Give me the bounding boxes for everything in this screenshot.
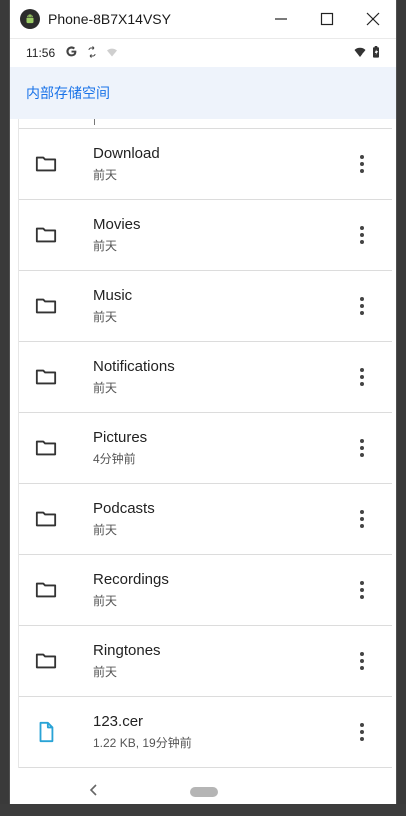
list-item[interactable]: Notifications 前天 — [19, 342, 392, 413]
close-button[interactable] — [350, 0, 396, 38]
wifi-icon — [354, 46, 367, 61]
file-name: Movies — [93, 216, 141, 233]
list-item[interactable]: Pictures 4分钟前 — [19, 413, 392, 484]
list-item[interactable]: Download 前天 — [19, 129, 392, 200]
folder-icon — [35, 295, 83, 317]
file-name: Music — [93, 287, 133, 304]
list-item[interactable]: Ringtones 前天 — [19, 626, 392, 697]
list-item[interactable]: 123.cer 1.22 KB, 19分钟前 — [19, 697, 392, 768]
file-meta: 前天 — [93, 239, 118, 253]
folder-icon — [35, 366, 83, 388]
file-meta: 4分钟前 — [93, 452, 136, 466]
storage-title[interactable]: 内部存储空间 — [26, 83, 110, 103]
file-name: Pictures — [93, 429, 148, 446]
folder-icon — [35, 437, 83, 459]
folder-icon — [35, 153, 83, 175]
file-name: Podcasts — [93, 500, 155, 517]
file-meta: 前天 — [93, 594, 118, 608]
battery-icon — [372, 45, 380, 61]
more-options-icon[interactable] — [344, 217, 380, 253]
desktop-background-bottom — [0, 804, 406, 816]
file-meta: 前天 — [93, 665, 118, 679]
list-item[interactable]: Movies 前天 — [19, 200, 392, 271]
file-name: Ringtones — [93, 642, 161, 659]
minimize-button[interactable] — [258, 0, 304, 38]
file-meta: 前天 — [93, 310, 118, 324]
list-item[interactable]: Music 前天 — [19, 271, 392, 342]
google-icon — [65, 45, 78, 61]
folder-icon — [35, 224, 83, 246]
status-time: 11:56 — [26, 46, 56, 60]
file-icon — [35, 721, 83, 743]
more-options-icon[interactable] — [344, 714, 380, 750]
home-pill-button[interactable] — [190, 787, 218, 797]
list-item[interactable]: Podcasts 前天 — [19, 484, 392, 555]
file-meta: 前天 — [93, 381, 118, 395]
file-meta: 前天 — [93, 523, 118, 537]
folder-icon — [35, 579, 83, 601]
more-options-icon[interactable] — [344, 643, 380, 679]
list-top-divider — [19, 119, 392, 129]
folder-icon — [35, 508, 83, 530]
maximize-button[interactable] — [304, 0, 350, 38]
more-options-icon[interactable] — [344, 146, 380, 182]
location-header: 内部存储空间 — [10, 67, 396, 119]
sync-icon — [86, 45, 98, 61]
file-meta: 1.22 KB, 19分钟前 — [93, 736, 192, 750]
list-item[interactable]: Recordings 前天 — [19, 555, 392, 626]
emulator-window: Phone-8B7X14VSY 11:56 内部存储空间 Download 前天… — [10, 0, 396, 814]
window-title: Phone-8B7X14VSY — [48, 11, 171, 27]
file-name: 123.cer — [93, 713, 144, 730]
folder-icon — [35, 650, 83, 672]
window-titlebar[interactable]: Phone-8B7X14VSY — [10, 0, 396, 39]
file-name: Download — [93, 145, 160, 162]
more-options-icon[interactable] — [344, 288, 380, 324]
more-options-icon[interactable] — [344, 501, 380, 537]
file-name: Recordings — [93, 571, 169, 588]
wifi-muted-icon — [106, 46, 118, 61]
file-meta: 前天 — [93, 168, 118, 182]
file-list: Download 前天 Movies 前天 Music 前天 Notificat… — [18, 119, 392, 768]
android-app-icon — [20, 9, 40, 29]
android-status-bar: 11:56 — [10, 39, 396, 67]
more-options-icon[interactable] — [344, 359, 380, 395]
back-chevron-icon[interactable] — [86, 782, 102, 798]
more-options-icon[interactable] — [344, 572, 380, 608]
file-name: Notifications — [93, 358, 175, 375]
more-options-icon[interactable] — [344, 430, 380, 466]
